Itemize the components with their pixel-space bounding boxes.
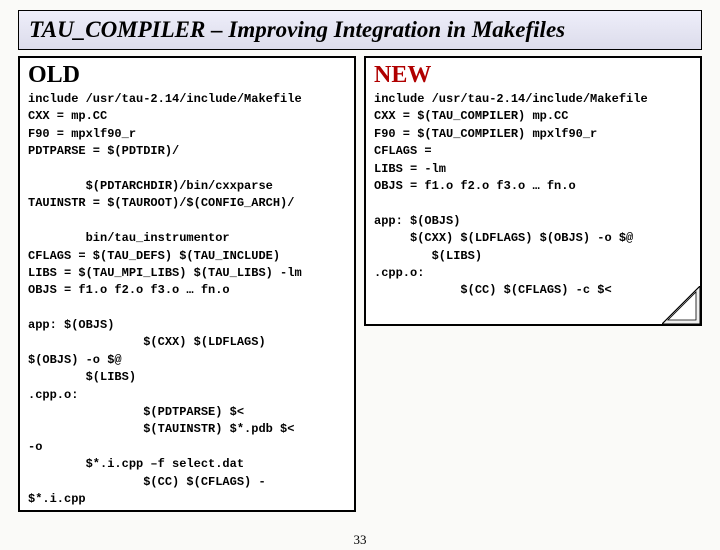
new-line2a: CXX = [374, 109, 417, 123]
new-code: include /usr/tau-2.14/include/Makefile C… [374, 91, 692, 300]
new-line2b: $(TAU_COMPILER) [417, 109, 525, 123]
new-line3b: $(TAU_COMPILER) [417, 127, 525, 141]
new-line4: CFLAGS = [374, 144, 432, 158]
new-line6b: f1.o f2.o f3.o … fn.o [424, 179, 575, 193]
new-heading: NEW [374, 62, 692, 89]
new-block2: app: $(OBJS) $(CXX) $(LDFLAGS) $(OBJS) -… [374, 214, 633, 298]
page-number: 33 [354, 532, 367, 548]
new-line2c: mp.CC [525, 109, 568, 123]
new-line3c: mpxlf90_r [525, 127, 597, 141]
new-line5: LIBS = -lm [374, 162, 446, 176]
old-heading: OLD [28, 62, 346, 89]
panel-new: NEW include /usr/tau-2.14/include/Makefi… [364, 56, 702, 326]
new-line6a: OBJS = [374, 179, 424, 193]
columns: OLD include /usr/tau-2.14/include/Makefi… [0, 56, 720, 512]
new-line1: include /usr/tau-2.14/include/Makefile [374, 92, 648, 106]
new-line3a: F90 = [374, 127, 417, 141]
panel-old: OLD include /usr/tau-2.14/include/Makefi… [18, 56, 356, 512]
page-title: TAU_COMPILER – Improving Integration in … [18, 10, 702, 50]
old-code: include /usr/tau-2.14/include/Makefile C… [28, 91, 346, 508]
title-text: TAU_COMPILER – Improving Integration in … [29, 17, 565, 42]
